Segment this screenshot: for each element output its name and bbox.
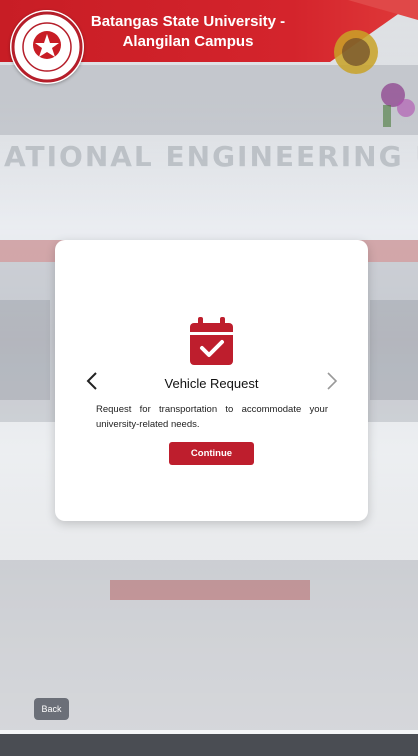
- back-button[interactable]: Back: [34, 698, 69, 720]
- page-title: Batangas State University - Alangilan Ca…: [90, 13, 286, 50]
- background-window: [0, 300, 50, 400]
- background-window: [370, 300, 418, 400]
- card-title: Vehicle Request: [164, 376, 259, 391]
- continue-button[interactable]: Continue: [169, 442, 254, 465]
- background-banner-text: ATIONAL ENGINEERING U: [4, 140, 418, 173]
- service-card: Vehicle Request Request for transportati…: [55, 240, 368, 521]
- calendar-check-icon: [190, 317, 233, 365]
- engineering-logo: [334, 0, 418, 127]
- footer-bar: [0, 734, 418, 756]
- university-seal-logo: [10, 10, 84, 84]
- background-roof-red: [110, 580, 310, 600]
- card-description: Request for transportation to accommodat…: [96, 404, 328, 430]
